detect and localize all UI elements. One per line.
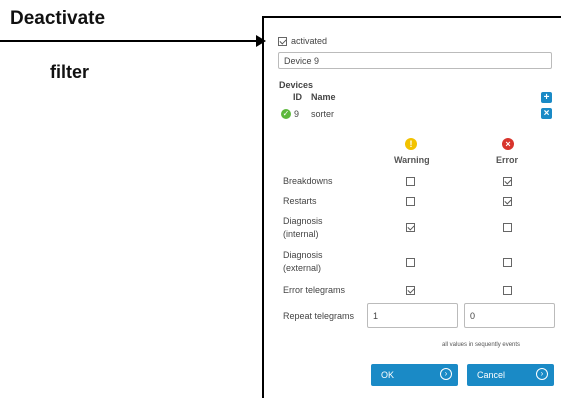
diag-external-warning-checkbox[interactable] — [406, 258, 415, 267]
row-label-sub: (internal) — [283, 229, 319, 239]
close-icon[interactable]: × — [541, 108, 552, 119]
row-label: Restarts — [283, 196, 317, 206]
device-name-input[interactable]: Device 9 — [278, 52, 552, 69]
callout-arrow-line — [0, 40, 256, 42]
repeat-warning-input[interactable]: 1 — [367, 303, 458, 328]
repeat-telegrams-label: Repeat telegrams — [283, 311, 355, 321]
cancel-button[interactable]: Cancel › — [467, 364, 554, 386]
repeat-error-input[interactable]: 0 — [464, 303, 555, 328]
activated-label: activated — [291, 36, 328, 46]
devices-heading: Devices — [279, 80, 314, 90]
error-column-header: Error — [496, 155, 519, 165]
error-icon: × — [502, 138, 514, 150]
row-label: Diagnosis — [283, 250, 323, 260]
ok-button[interactable]: OK › — [371, 364, 458, 386]
ok-button-label: OK — [381, 370, 395, 380]
chevron-right-icon: › — [536, 368, 548, 380]
row-label: Diagnosis — [283, 216, 323, 226]
error-telegrams-error-checkbox[interactable] — [503, 286, 512, 295]
warning-column-header: Warning — [394, 155, 430, 165]
restarts-warning-checkbox[interactable] — [406, 197, 415, 206]
restarts-error-checkbox[interactable] — [503, 197, 512, 206]
diag-internal-warning-checkbox[interactable] — [406, 223, 415, 232]
breakdowns-error-checkbox[interactable] — [503, 177, 512, 186]
breakdowns-warning-checkbox[interactable] — [406, 177, 415, 186]
plus-icon[interactable]: + — [541, 92, 552, 103]
devices-col-name: Name — [311, 92, 336, 102]
devices-col-id: ID — [293, 92, 302, 102]
error-telegrams-warning-checkbox[interactable] — [406, 286, 415, 295]
diag-internal-error-checkbox[interactable] — [503, 223, 512, 232]
activated-checkbox[interactable] — [278, 37, 287, 46]
panel-border-left — [262, 16, 264, 398]
device-id: 9 — [294, 109, 300, 119]
row-label: Breakdowns — [283, 176, 333, 186]
diag-external-error-checkbox[interactable] — [503, 258, 512, 267]
cancel-button-label: Cancel — [477, 370, 506, 380]
values-note: all values in sequently events — [442, 342, 521, 348]
callout-arrow-head — [256, 35, 266, 47]
callout-subtitle: filter — [50, 62, 90, 82]
callout-title: Deactivate — [10, 8, 106, 29]
row-label-sub: (external) — [283, 263, 322, 273]
device-name: sorter — [311, 109, 335, 119]
panel-border-top — [262, 16, 561, 18]
row-label: Error telegrams — [283, 285, 346, 295]
chevron-right-icon: › — [440, 368, 452, 380]
status-ok-icon: ✓ — [281, 109, 291, 119]
warning-icon: ! — [405, 138, 417, 150]
